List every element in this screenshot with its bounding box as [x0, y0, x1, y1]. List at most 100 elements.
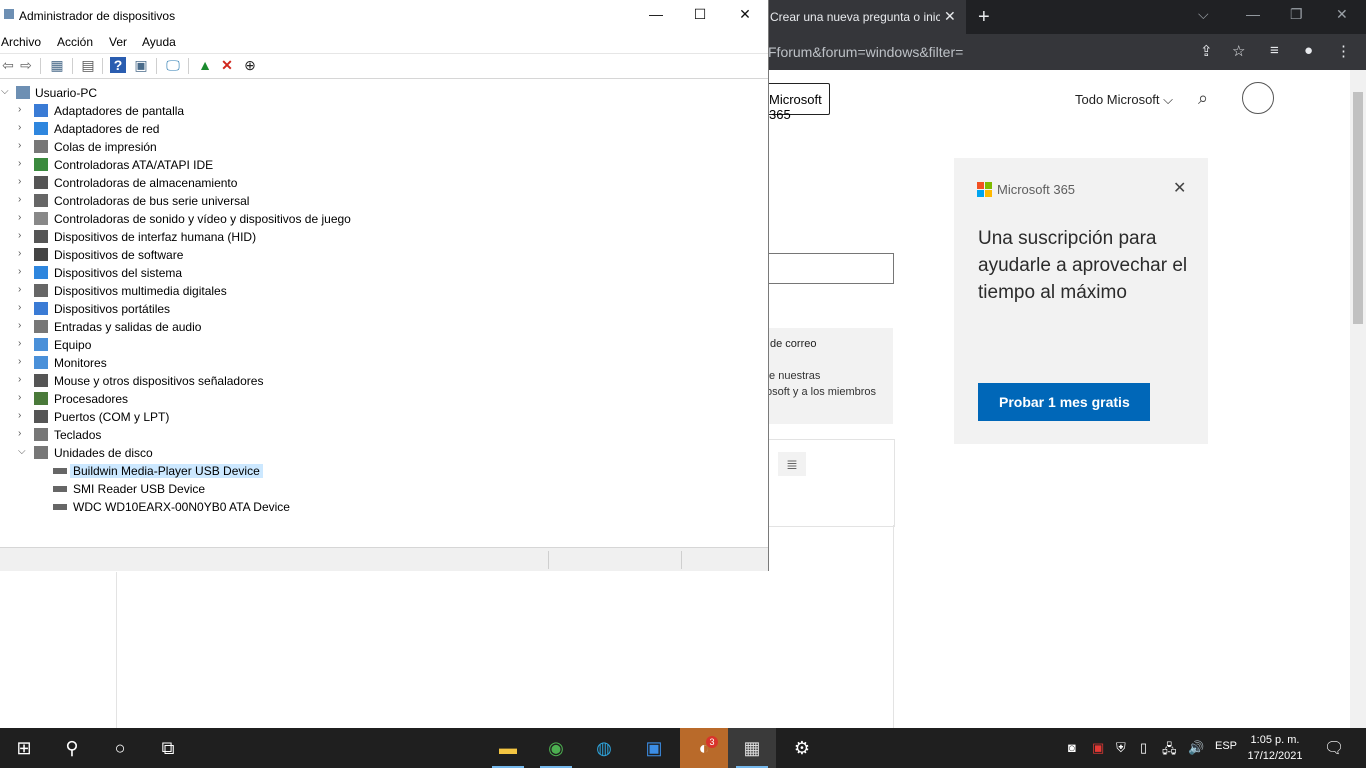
windows-start-icon[interactable]: ⊞	[0, 728, 48, 768]
microsoft-365-button-label: Microsoft 365	[769, 92, 822, 122]
chevron-right-icon[interactable]: ›	[18, 392, 21, 403]
search-icon[interactable]: ⚲	[48, 728, 96, 768]
profile-icon[interactable]: ●	[1304, 42, 1313, 59]
device-manager-taskbar-icon[interactable]: ▦	[728, 728, 776, 768]
clock[interactable]: 1:05 p. m. 17/12/2021	[1240, 732, 1310, 764]
update-driver-icon[interactable]: ▲	[197, 57, 213, 73]
scrollbar[interactable]	[1350, 70, 1366, 728]
back-icon[interactable]: ⇦	[0, 57, 16, 73]
forward-icon[interactable]: ⇨	[18, 57, 34, 73]
chevron-right-icon[interactable]: ›	[18, 284, 21, 295]
chevron-right-icon[interactable]: ›	[18, 230, 21, 241]
chevron-right-icon[interactable]: ›	[18, 176, 21, 187]
settings-gear-icon[interactable]: ⚙	[778, 728, 826, 768]
minimize-icon[interactable]: —	[1246, 6, 1260, 22]
uninstall-icon[interactable]: ✕	[219, 57, 235, 73]
menu-ayuda[interactable]: Ayuda	[142, 35, 176, 49]
chevron-right-icon[interactable]: ›	[18, 356, 21, 367]
toolbar-separator	[102, 58, 103, 74]
shield-icon[interactable]: ⛨	[1116, 740, 1126, 756]
chevron-right-icon[interactable]: ›	[18, 158, 21, 169]
scrollbar-thumb[interactable]	[1353, 92, 1363, 324]
document-icon[interactable]: ▤	[80, 57, 96, 73]
chevron-right-icon[interactable]: ›	[18, 194, 21, 205]
indent-icon[interactable]: ≣	[778, 452, 806, 476]
language-indicator[interactable]: ESP	[1215, 740, 1237, 752]
all-microsoft-label: Todo Microsoft	[1075, 92, 1160, 107]
device-category-icon	[34, 176, 48, 189]
menu-ver[interactable]: Ver	[109, 35, 127, 49]
usb-icon[interactable]: ▯	[1140, 740, 1147, 756]
kebab-menu-icon[interactable]: ⋮	[1336, 42, 1351, 60]
toolbar: ⇦ ⇨ ▦ ▤ ? ▣ 🖵 ▲ ✕ ⊕	[0, 53, 768, 79]
edge-icon[interactable]: ◍	[580, 728, 628, 768]
disk-drive-icon	[53, 486, 67, 492]
chevron-right-icon[interactable]: ›	[18, 122, 21, 133]
search-icon[interactable]: ⌕	[1198, 88, 1208, 109]
all-microsoft-menu[interactable]: Todo Microsoft ⌵	[1075, 92, 1173, 108]
browser-tab[interactable]: Crear una nueva pregunta o inicia ✕	[760, 0, 966, 34]
category-label: Equipo	[54, 338, 92, 352]
new-tab-button[interactable]: +	[978, 6, 990, 29]
chevron-right-icon[interactable]: ›	[18, 248, 21, 259]
file-explorer-icon[interactable]: ▬	[484, 728, 532, 768]
device-category-icon	[34, 446, 48, 459]
menu-accion[interactable]: Acción	[57, 35, 93, 49]
task-view-icon[interactable]: ⧉	[144, 728, 192, 768]
chevron-right-icon[interactable]: ›	[18, 428, 21, 439]
restore-icon[interactable]: ❐	[1290, 6, 1303, 23]
chevron-right-icon[interactable]: ›	[18, 104, 21, 115]
device-manager-icon	[4, 9, 14, 19]
close-tab-icon[interactable]: ✕	[944, 8, 956, 25]
divider	[116, 572, 117, 728]
zoom-icon[interactable]: ▣	[630, 728, 678, 768]
properties-grid-icon[interactable]: ▦	[49, 57, 65, 73]
chevron-down-icon[interactable]: ⌵	[18, 446, 26, 457]
close-icon[interactable]: ✕	[1173, 178, 1186, 198]
menu-archivo[interactable]: Archivo	[1, 35, 41, 49]
category-label: Adaptadores de red	[54, 122, 160, 136]
help-icon[interactable]: ?	[110, 57, 126, 73]
chevron-right-icon[interactable]: ›	[18, 410, 21, 421]
try-free-button[interactable]: Probar 1 mes gratis	[978, 383, 1150, 421]
close-icon[interactable]: ✕	[1336, 6, 1348, 23]
chevron-right-icon[interactable]: ›	[18, 338, 21, 349]
scan-hardware-icon[interactable]: 🖵	[165, 57, 181, 73]
root-label: Usuario-PC	[35, 86, 98, 100]
chevron-down-icon[interactable]: ⌵	[1, 86, 9, 97]
chrome-icon[interactable]: ◉	[532, 728, 580, 768]
download-icon[interactable]: ⊕	[242, 57, 258, 73]
maximize-button[interactable]: ☐	[677, 6, 723, 26]
toolbar-separator	[188, 58, 189, 74]
device-category-icon	[34, 104, 48, 117]
notification-badge: 3	[706, 736, 718, 748]
chevron-right-icon[interactable]: ›	[18, 140, 21, 151]
chevron-right-icon[interactable]: ›	[18, 302, 21, 313]
title-bar[interactable]: Administrador de dispositivos — ☐ ✕	[0, 0, 768, 31]
discord-icon[interactable]: ◙	[1068, 740, 1076, 755]
ad-headline: Una suscripción para ayudarle a aprovech…	[978, 228, 1188, 303]
reading-list-icon[interactable]: ≡	[1270, 42, 1279, 59]
avatar-icon[interactable]	[1242, 82, 1274, 114]
notifications-icon[interactable]: 🗨	[1324, 738, 1344, 758]
chevron-right-icon[interactable]: ›	[18, 374, 21, 385]
cortana-icon[interactable]: ○	[96, 728, 144, 768]
star-icon[interactable]: ☆	[1232, 42, 1245, 60]
network-icon[interactable]: 🖧	[1162, 740, 1177, 762]
url-text[interactable]: Fforum&forum=windows&filter=	[768, 44, 963, 60]
chat-app-icon[interactable]: ◐ 3	[680, 728, 728, 768]
volume-icon[interactable]: 🔊	[1188, 740, 1204, 756]
chevron-right-icon[interactable]: ›	[18, 212, 21, 223]
minimize-button[interactable]: —	[633, 6, 679, 26]
close-button[interactable]: ✕	[722, 6, 768, 26]
clock-time: 1:05 p. m.	[1250, 734, 1300, 746]
status-divider	[548, 551, 549, 569]
chevron-right-icon[interactable]: ›	[18, 266, 21, 277]
chevron-right-icon[interactable]: ›	[18, 320, 21, 331]
ad-card: Microsoft 365 ✕ Una suscripción para ayu…	[954, 158, 1208, 444]
share-icon[interactable]: ⇪	[1200, 42, 1213, 60]
antivirus-icon[interactable]: ▣	[1092, 740, 1104, 756]
chevron-down-icon[interactable]: ⌵	[1198, 6, 1209, 23]
view-icon[interactable]: ▣	[133, 57, 149, 73]
chevron-down-icon: ⌵	[1163, 92, 1174, 107]
